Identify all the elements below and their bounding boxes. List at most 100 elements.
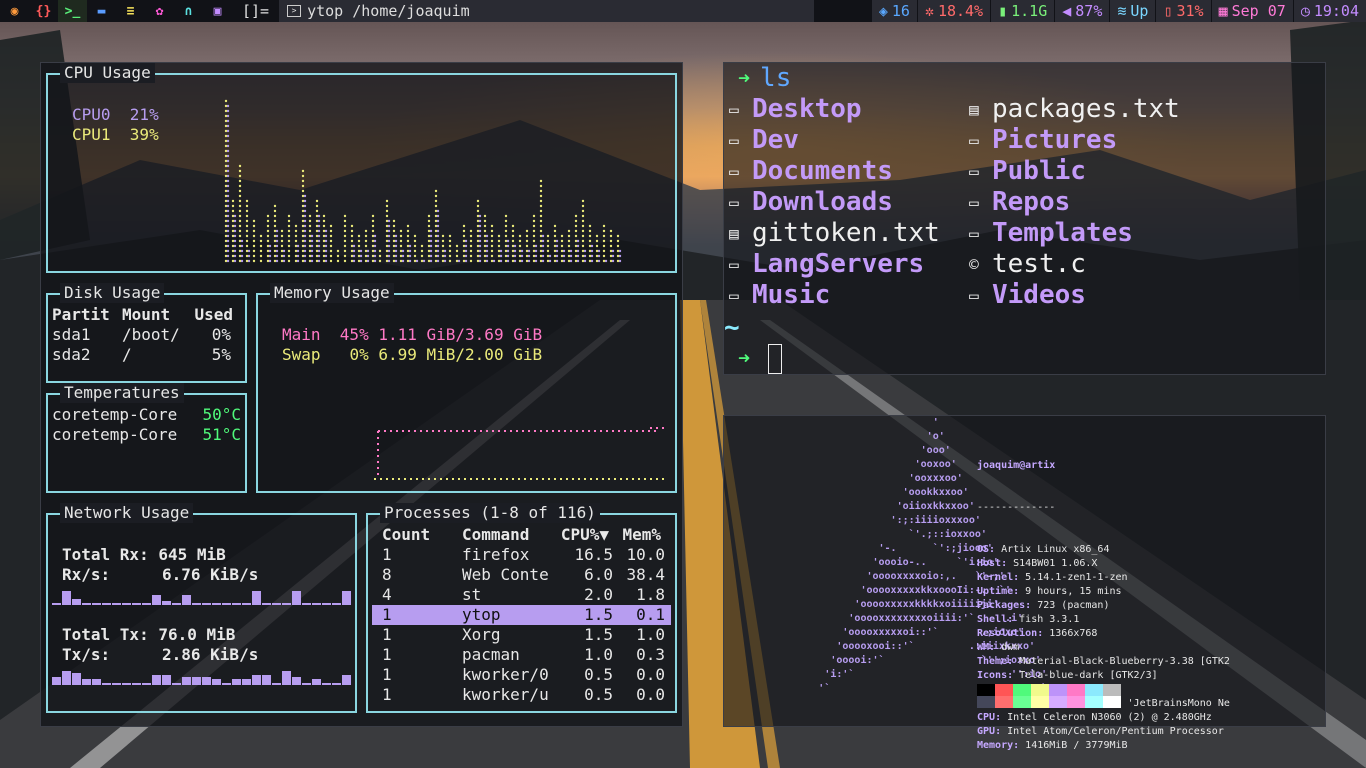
network-spark-bar — [152, 675, 161, 685]
cpu-graph-dot — [224, 259, 228, 263]
ls-file[interactable]: ▤ gittoken.txt — [726, 218, 940, 249]
process-row[interactable]: 8 Web Conte 6.0 38.4 — [372, 565, 671, 585]
ls-directory[interactable]: ▭ Music — [726, 280, 830, 311]
cpu-graph-dot — [294, 244, 298, 248]
tag-5[interactable]: ≡ — [116, 0, 145, 22]
process-header[interactable]: Count — [382, 525, 430, 545]
status-volume[interactable]: ◀ 87% — [1055, 0, 1110, 22]
cpu-graph-dot — [539, 214, 543, 218]
ls-directory[interactable]: ▭ LangServers — [726, 249, 924, 280]
cpu-graph-dot — [476, 219, 480, 223]
status-value: 16 — [891, 2, 910, 20]
network-spark-bar — [172, 603, 181, 605]
ls-directory[interactable]: ▭ Downloads — [726, 187, 893, 218]
neofetch-window[interactable]: ' 'o' 'ooo' 'ooxoo' 'ooxxxoo' 'oookkxxoo… — [723, 415, 1326, 751]
cpu-graph-dot — [497, 244, 501, 248]
ls-file[interactable]: ▤ packages.txt — [966, 94, 1180, 125]
cpu-graph-dot — [420, 244, 424, 248]
status-clock[interactable]: ◷ 19:04 — [1293, 0, 1366, 22]
status-calendar[interactable]: ▦ Sep 07 — [1211, 0, 1293, 22]
process-row[interactable]: 1 kworker/u 0.5 0.0 — [372, 685, 671, 705]
info-key: Host — [977, 558, 1002, 569]
cpu-graph-dot — [322, 214, 326, 218]
network-spark-bar — [112, 683, 121, 685]
process-row[interactable]: 1 Xorg 1.5 1.0 — [372, 625, 671, 645]
process-row[interactable]: 1 ytop 1.5 0.1 — [372, 605, 671, 625]
cpu-graph — [224, 99, 622, 263]
cpu-graph-dot — [266, 234, 270, 238]
ls-directory[interactable]: ▭ Videos — [966, 280, 1086, 311]
terminal-window[interactable]: ➜ ls ▭ Desktop ▭ Dev ▭ Documents ▭ Downloads ▤ gi… — [723, 62, 1326, 375]
cpu-graph-dot — [385, 224, 389, 228]
tag-6[interactable]: ✿ — [145, 0, 174, 22]
status-cube[interactable]: ◈ 16 — [871, 0, 917, 22]
ls-directory[interactable]: ▭ Pictures — [966, 125, 1117, 156]
process-row[interactable]: 4 st 2.0 1.8 — [372, 585, 671, 605]
cpu-graph-dot — [224, 104, 228, 108]
ls-directory[interactable]: ▭ Public — [966, 156, 1086, 187]
layout-indicator[interactable]: []= — [242, 2, 269, 20]
ls-directory[interactable]: ▭ Dev — [726, 125, 799, 156]
ls-directory[interactable]: ▭ Documents — [726, 156, 893, 187]
cpu-graph-dot — [238, 249, 242, 253]
cpu-graph-dot — [357, 259, 361, 263]
status-value: 18.4% — [937, 2, 984, 20]
cpu-graph-dot — [441, 259, 445, 263]
status-bar: ◉{} >_ ▬ ≡ ✿ ∩ ▣ []= > ytop /home/joaquim ◈ 16 ✲… — [0, 0, 1366, 22]
input-line[interactable]: ➜ — [738, 343, 783, 374]
cpu-graph-dot — [238, 234, 242, 238]
cpu-graph-dot — [315, 239, 319, 243]
cpu-graph-dot — [308, 224, 312, 228]
status-battery[interactable]: ▯ 31% — [1156, 0, 1211, 22]
cpu-graph-dot — [392, 254, 396, 258]
process-header[interactable]: Mem% — [622, 525, 661, 545]
info-value: 723 (pacman) — [1037, 600, 1110, 611]
folder-icon: ▭ — [729, 100, 739, 119]
cpu-graph-dot — [343, 214, 347, 218]
cpu-graph-dot — [259, 254, 263, 258]
status-value: 19:04 — [1313, 2, 1359, 20]
process-cell: 0.5 — [584, 665, 613, 684]
tag-4[interactable]: ▬ — [87, 0, 116, 22]
cpu-graph-dot — [476, 214, 480, 218]
process-row[interactable]: 1 firefox 16.5 10.0 — [372, 545, 671, 565]
status-cpu[interactable]: ✲ 18.4% — [917, 0, 991, 22]
cpu-graph-dot — [476, 249, 480, 253]
status-memory[interactable]: ▮ 1.1G — [991, 0, 1055, 22]
ls-file[interactable]: © test.c — [966, 249, 1086, 280]
ls-directory[interactable]: ▭ Desktop — [726, 94, 861, 125]
ls-directory[interactable]: ▭ Repos — [966, 187, 1070, 218]
cpu-graph-dot — [308, 214, 312, 218]
cpu-graph-dot — [574, 224, 578, 228]
tag-2[interactable]: {} — [29, 0, 58, 22]
process-row[interactable]: 1 kworker/0 0.5 0.0 — [372, 665, 671, 685]
cpu-graph-dot — [399, 234, 403, 238]
terminal-icon: >_ — [64, 3, 81, 19]
cpu-graph-dot — [560, 249, 564, 253]
cpu-usage-widget: CPU Usage CPU0 21% CPU1 39% — [46, 63, 677, 273]
cpu-graph-dot — [448, 234, 452, 238]
tag-1[interactable]: ◉ — [0, 0, 29, 22]
process-header[interactable]: CPU%▼ — [561, 525, 609, 545]
ls-directory[interactable]: ▭ Templates — [966, 218, 1133, 249]
cpu-graph-dot — [504, 244, 508, 248]
process-header[interactable]: Command — [462, 525, 529, 545]
cpu-graph-dot — [252, 229, 256, 233]
network-spark-bar — [262, 603, 271, 605]
cpu-graph-dot — [441, 234, 445, 238]
cpu-graph-dot — [532, 254, 536, 258]
info-value: 1366x768 — [1049, 628, 1098, 639]
status-wifi[interactable]: ≋ Up — [1110, 0, 1156, 22]
process-row[interactable]: 1 pacman 1.0 0.3 — [372, 645, 671, 665]
ls-entry-name: Downloads — [752, 187, 893, 217]
status-value: 1.1G — [1011, 2, 1048, 20]
cpu-graph-dot — [427, 234, 431, 238]
palette-swatch — [1085, 684, 1103, 696]
window-title: > ytop /home/joaquim — [279, 0, 815, 22]
tag-8[interactable]: ▣ — [203, 0, 232, 22]
tag-7[interactable]: ∩ — [174, 0, 203, 22]
tag-3[interactable]: >_ — [58, 0, 87, 22]
network-spark-bar — [342, 591, 351, 605]
folder-icon: ▬ — [97, 3, 106, 19]
cpu-graph-dot — [581, 219, 585, 223]
